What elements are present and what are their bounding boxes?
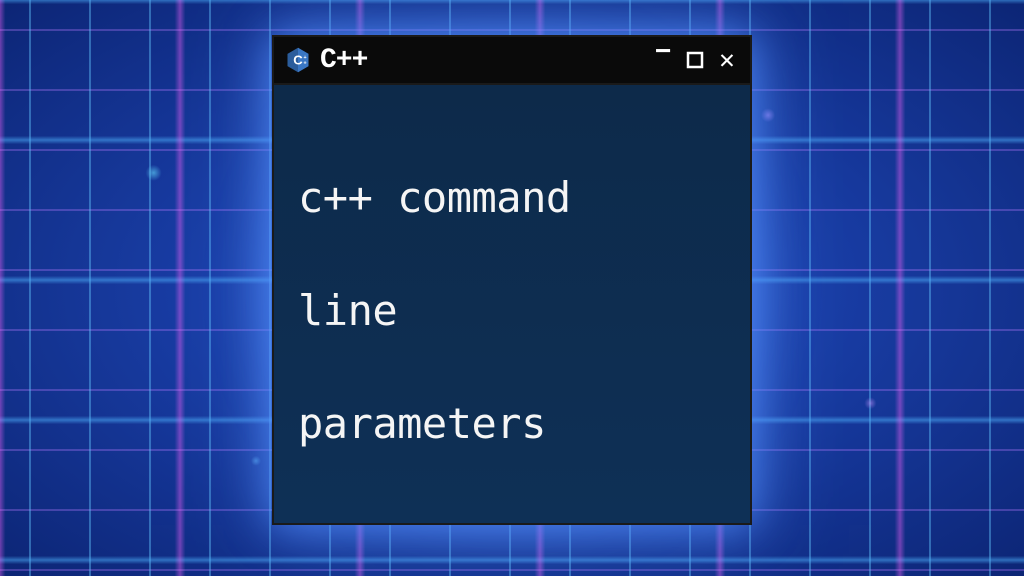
terminal-window: C + + C++ − ✕ c++ command line parameter… [272,35,752,525]
terminal-content: c++ command line parameters [298,113,726,453]
maximize-button[interactable] [682,47,708,73]
minimize-button[interactable]: − [650,47,676,73]
window-controls: − ✕ [650,47,740,73]
terminal-body[interactable]: c++ command line parameters [274,85,750,523]
titlebar[interactable]: C + + C++ − ✕ [274,37,750,85]
svg-text:+: + [303,60,306,66]
terminal-line: c++ command [298,173,571,222]
window-title: C++ [320,45,642,76]
terminal-line: parameters [298,399,546,448]
svg-text:C: C [293,52,303,67]
cpp-icon: C + + [284,46,312,74]
close-button[interactable]: ✕ [714,47,740,73]
terminal-line: line [298,286,397,335]
